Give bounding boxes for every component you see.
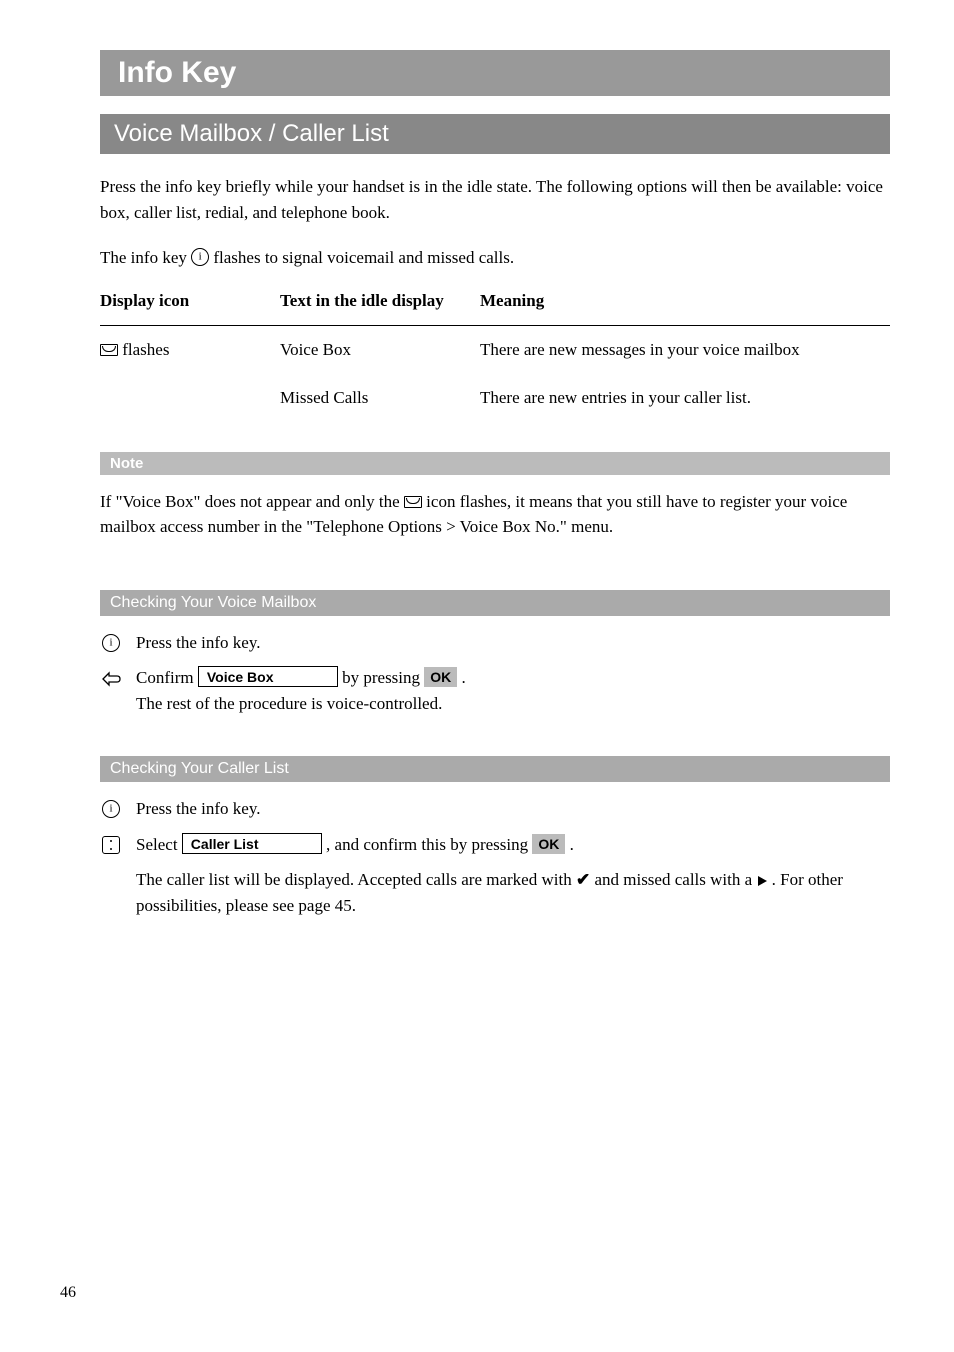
table-row: Missed Calls There are new entries in yo… (100, 374, 890, 422)
main-heading: Info Key (100, 50, 890, 96)
text: The caller list will be displayed. Accep… (136, 870, 576, 889)
ok-button-label: OK (424, 667, 457, 687)
text: by pressing (342, 668, 424, 687)
text: , and confirm this by pressing (326, 835, 532, 854)
step-row: The caller list will be displayed. Accep… (100, 867, 890, 918)
cell-text (100, 374, 280, 422)
step-row: Confirm Voice Box by pressing OK . The r… (100, 665, 890, 716)
text: The info key (100, 248, 191, 267)
updown-icon (102, 836, 120, 854)
col-header: Display icon (100, 291, 280, 326)
text: Select (136, 835, 182, 854)
text: flashes to signal voicemail and missed c… (213, 248, 514, 267)
cell-text: Missed Calls (280, 374, 480, 422)
step-text: Press the info key. (136, 796, 261, 822)
mail-icon (404, 496, 422, 508)
display-icon-table: Display icon Text in the idle display Me… (100, 291, 890, 422)
step-row: Press the info key. (100, 796, 890, 822)
back-icon (101, 669, 121, 685)
step-text: Press the info key. (136, 630, 261, 656)
info-icon (102, 634, 120, 652)
text: Confirm (136, 668, 198, 687)
cell-text: There are new messages in your voice mai… (480, 325, 890, 374)
check-icon: ✔ (576, 867, 590, 893)
ok-button-label: OK (532, 834, 565, 854)
info-icon (102, 800, 120, 818)
info-icon (191, 248, 209, 266)
display-value-box: Caller List (182, 833, 322, 854)
subsection-heading: Checking Your Voice Mailbox (100, 590, 890, 616)
page-number: 46 (60, 1284, 76, 1302)
cell-text: There are new entries in your caller lis… (480, 374, 890, 422)
note-body: If "Voice Box" does not appear and only … (100, 489, 890, 540)
text: . (462, 668, 466, 687)
section-heading: Voice Mailbox / Caller List (100, 114, 890, 154)
step-text: The caller list will be displayed. Accep… (136, 867, 890, 918)
arrow-right-icon (758, 876, 767, 886)
text: The rest of the procedure is voice-contr… (136, 694, 442, 713)
text: . (570, 835, 574, 854)
subsection-heading: Checking Your Caller List (100, 756, 890, 782)
cell-text: Voice Box (280, 325, 480, 374)
step-text: Confirm Voice Box by pressing OK . The r… (136, 665, 466, 716)
step-row: Press the info key. (100, 630, 890, 656)
note-label: Note (100, 452, 890, 475)
step-row: Select Caller List , and confirm this by… (100, 832, 890, 858)
col-header: Text in the idle display (280, 291, 480, 326)
text: and missed calls with a (594, 870, 756, 889)
display-value-box: Voice Box (198, 666, 338, 687)
step-text: Select Caller List , and confirm this by… (136, 832, 574, 858)
mail-icon (100, 344, 118, 356)
intro-paragraph: Press the info key briefly while your ha… (100, 174, 890, 225)
info-key-line: The info key flashes to signal voicemail… (100, 245, 890, 271)
cell-text: flashes (122, 340, 169, 359)
col-header: Meaning (480, 291, 890, 326)
table-row: flashes Voice Box There are new messages… (100, 325, 890, 374)
text: If "Voice Box" does not appear and only … (100, 492, 404, 511)
